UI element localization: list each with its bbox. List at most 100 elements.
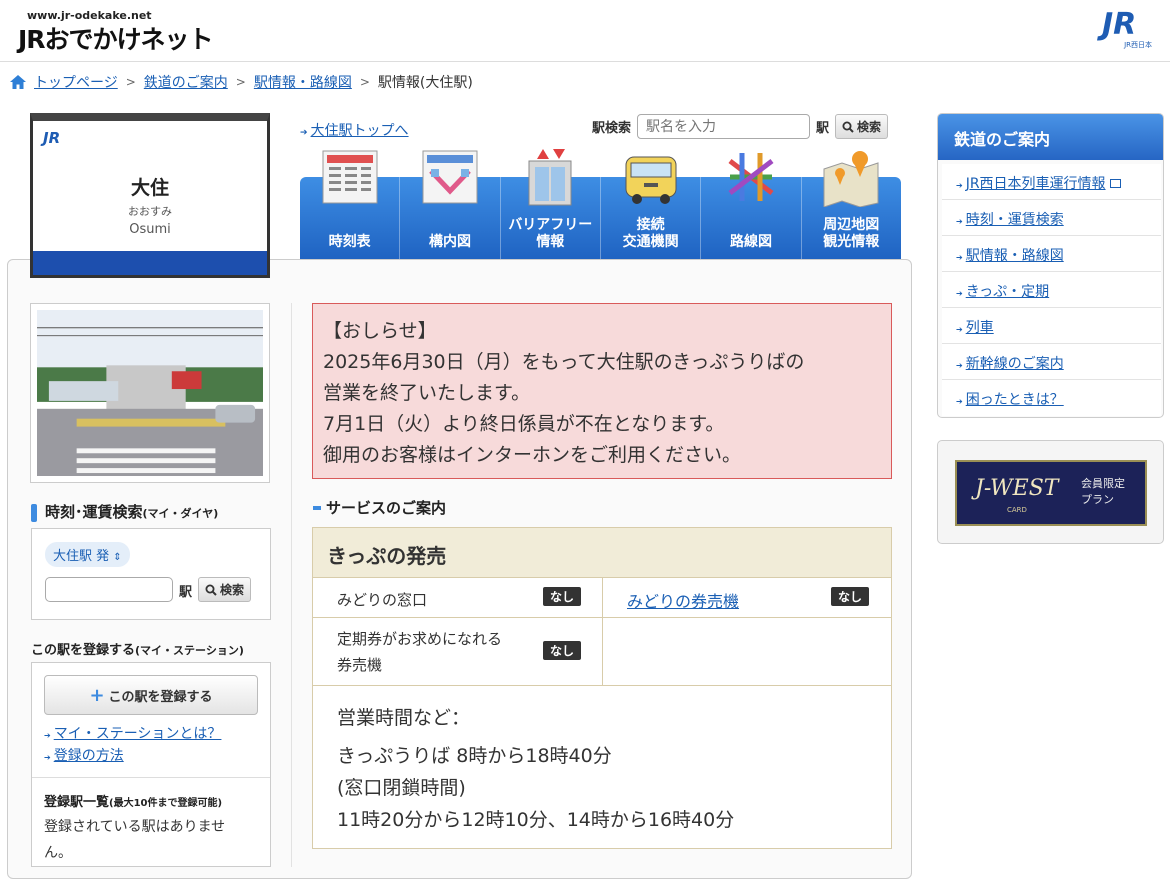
- home-icon: [10, 75, 26, 89]
- breadcrumb-top[interactable]: トップページ: [34, 72, 118, 92]
- arrow-icon: ➔: [956, 361, 963, 370]
- list-item: ➔ 時刻・運賃検索: [942, 200, 1161, 236]
- registered-empty-text: 登録されている駅はありません。: [44, 819, 226, 861]
- departure-select[interactable]: 大住駅 発 ⇕: [45, 542, 130, 567]
- notice-line: 営業を終了いたします。: [323, 382, 531, 404]
- sort-icon: ⇕: [113, 552, 122, 563]
- service-heading: サービスのご案内: [313, 497, 446, 518]
- notice-heading: 【おしらせ】: [323, 320, 437, 342]
- nav-barrier-free[interactable]: バリアフリー 情報: [501, 149, 601, 259]
- chevron-right-icon: >: [235, 75, 246, 89]
- nav-timetable[interactable]: 時刻表: [300, 150, 401, 259]
- nav-label: 周辺地図 観光情報: [823, 217, 880, 250]
- timesearch-box: 大住駅 発 ⇕ 駅 検索: [31, 528, 271, 620]
- notice-line: 7月1日（火）より終日係員が不在となります。: [323, 413, 725, 435]
- destination-input[interactable]: [45, 577, 173, 602]
- nav-station-map[interactable]: 構内図: [400, 150, 501, 259]
- status-badge: なし: [831, 587, 870, 606]
- search-icon: [205, 584, 217, 596]
- station-name: 大住: [130, 177, 169, 199]
- ticket-service-table: きっぷの発売 みどりの窓口 なし みどりの券売機 なし 定期券がお求めになれる券…: [312, 527, 892, 849]
- registered-list-title: 登録駅一覧(最大10件まで登録可能): [44, 795, 223, 810]
- my-station-link[interactable]: マイ・ステーションとは？: [54, 726, 222, 742]
- jr-west-logo[interactable]: JR JR西日本: [1102, 10, 1152, 50]
- ticket-machine-link[interactable]: みどりの券売機: [627, 588, 739, 612]
- sign-bar: [33, 251, 267, 275]
- nav-route-map[interactable]: 路線図: [701, 153, 802, 259]
- list-item: ➔ きっぷ・定期: [942, 272, 1161, 308]
- site-header: www.jr-odekake.net JRおでかけネット JR JR西日本: [0, 0, 1170, 62]
- rail-list: ➔ JR西日本列車運行情報 ➔ 時刻・運賃検索 ➔ 駅情報・路線図 ➔ きっぷ・定期 ➔…: [942, 164, 1161, 416]
- nav-label: 時刻表: [328, 234, 371, 250]
- arrow-icon: ➔: [956, 217, 963, 226]
- rail-link-shinkansen[interactable]: 新幹線のご案内: [966, 356, 1064, 372]
- rail-heading: 鉄道のご案内: [938, 114, 1163, 160]
- register-howto-link[interactable]: 登録の方法: [54, 748, 124, 764]
- table-heading: きっぷの発売: [313, 528, 891, 578]
- rail-link-station-info[interactable]: 駅情報・路線図: [966, 248, 1064, 264]
- external-link-icon: [1109, 179, 1121, 188]
- breadcrumb-current: 駅情報(大住駅): [377, 75, 473, 91]
- station-top-link[interactable]: 大住駅トップへ: [311, 123, 409, 139]
- station-sign: JR 大住 おおすみ Osumi: [30, 113, 270, 278]
- elevator-icon: [528, 149, 572, 206]
- nav-label: 路線図: [729, 234, 772, 250]
- station-roman: Osumi: [129, 222, 171, 237]
- nav-connections[interactable]: 接続 交通機関: [601, 156, 702, 259]
- station-photo: [30, 303, 270, 483]
- timesearch-button[interactable]: 検索: [198, 577, 252, 602]
- rail-link-operation[interactable]: JR西日本列車運行情報: [966, 176, 1106, 192]
- plus-icon: +: [89, 684, 105, 706]
- search-suffix: 駅: [816, 121, 830, 136]
- timetable-icon: [322, 150, 378, 204]
- search-icon: [842, 121, 854, 133]
- jwest-card-banner[interactable]: J-WEST CARD 会員限定 プラン: [955, 460, 1147, 526]
- arrow-icon: ➔: [956, 289, 963, 298]
- destination-suffix: 駅: [179, 585, 193, 600]
- railway-guide-box: 鉄道のご案内 ➔ JR西日本列車運行情報 ➔ 時刻・運賃検索 ➔ 駅情報・路線図 ➔ き…: [937, 113, 1164, 418]
- timesearch-heading: 時刻･運賃検索(マイ・ダイヤ): [31, 501, 218, 522]
- list-item: ➔ 新幹線のご案内: [942, 344, 1161, 380]
- area-map-icon: [823, 151, 879, 207]
- arrow-icon: ➔: [956, 325, 963, 334]
- arrow-icon: ➔: [300, 128, 308, 138]
- rail-link-trains[interactable]: 列車: [966, 320, 994, 336]
- rail-link-help[interactable]: 困ったときは？: [966, 392, 1064, 408]
- notice-line: 御用のお客様はインターホンをご利用ください。: [323, 444, 742, 466]
- search-button[interactable]: 検索: [835, 114, 889, 139]
- search-label: 駅検索: [592, 121, 632, 136]
- nav-label: 構内図: [428, 234, 471, 250]
- station-search-input[interactable]: [637, 114, 811, 139]
- notice-line: 2025年6月30日（月）をもって大住駅のきっぷうりばの: [323, 351, 805, 373]
- bus-icon: [625, 156, 677, 204]
- chevron-right-icon: >: [359, 75, 370, 89]
- banner-box: J-WEST CARD 会員限定 プラン: [937, 440, 1164, 544]
- list-item: ➔ 列車: [942, 308, 1161, 344]
- breadcrumb-station-info[interactable]: 駅情報・路線図: [254, 72, 352, 92]
- station-search: 駅検索 駅 検索: [592, 114, 889, 139]
- station-map-icon: [422, 150, 478, 204]
- jr-mark: JR: [43, 129, 61, 147]
- table-cell: みどりの券売機 なし: [603, 578, 891, 618]
- table-cell: みどりの窓口 なし: [313, 578, 603, 618]
- rail-link-tickets[interactable]: きっぷ・定期: [966, 284, 1049, 300]
- list-item: ➔ 困ったときは？: [942, 380, 1161, 416]
- arrow-icon: ➔: [956, 253, 963, 262]
- station-nav: 時刻表 構内図 バリアフリー 情報 接続 交通機関 路線図 周辺地図 観光情報: [300, 149, 901, 259]
- status-badge: なし: [543, 587, 582, 606]
- nav-area-map[interactable]: 周辺地図 観光情報: [802, 151, 901, 259]
- register-heading: この駅を登録する(マイ・ステーション): [31, 643, 244, 658]
- breadcrumb: トップページ > 鉄道のご案内 > 駅情報・路線図 > 駅情報(大住駅): [10, 72, 473, 92]
- station-kana: おおすみ: [128, 205, 172, 218]
- breadcrumb-railway[interactable]: 鉄道のご案内: [144, 72, 228, 92]
- nav-label: バリアフリー 情報: [508, 217, 593, 250]
- register-station-button[interactable]: + この駅を登録する: [44, 675, 258, 715]
- table-cell: 定期券がお求めになれる 券売機 なし: [313, 618, 603, 686]
- arrow-icon: ➔: [956, 181, 963, 190]
- arrow-icon: ➔: [44, 753, 51, 762]
- rail-link-timesearch[interactable]: 時刻・運賃検索: [966, 212, 1064, 228]
- site-logo[interactable]: JRおでかけネット: [18, 20, 214, 56]
- table-cell: [603, 618, 891, 686]
- register-box: + この駅を登録する ➔ マイ・ステーションとは？ ➔ 登録の方法 登録駅一覧(最大1…: [31, 662, 271, 867]
- status-badge: なし: [543, 641, 582, 660]
